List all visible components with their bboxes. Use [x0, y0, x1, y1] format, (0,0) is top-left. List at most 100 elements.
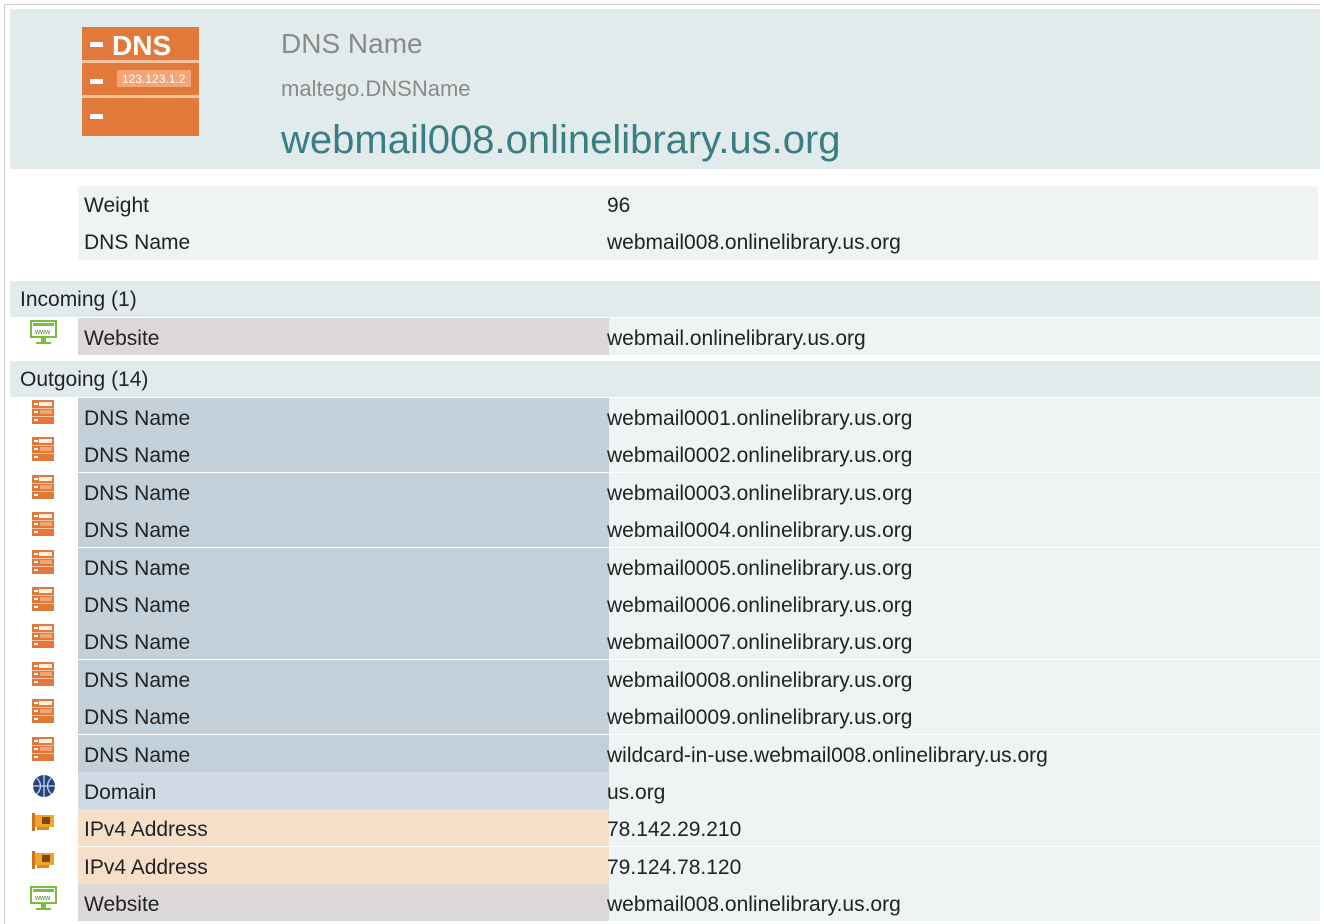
- link-value-cell: webmail0008.onlinelibrary.us.org: [607, 660, 1320, 697]
- properties-table: Weight 96 DNS Name webmail008.onlinelibr…: [78, 186, 1318, 260]
- svg-text:www: www: [34, 895, 51, 902]
- dns-icon: [29, 587, 59, 613]
- link-value: webmail0007.onlinelibrary.us.org: [607, 631, 913, 654]
- website-icon: www: [29, 320, 59, 346]
- outgoing-link-row[interactable]: IPv4 Address 78.142.29.210: [10, 809, 1320, 846]
- outgoing-link-row[interactable]: DNS Name webmail0007.onlinelibrary.us.org: [10, 622, 1320, 659]
- link-type-cell: IPv4 Address: [78, 809, 609, 846]
- incoming-link-row[interactable]: www Website webmail.onlinelibrary.us.org: [10, 318, 1320, 355]
- link-value-cell: webmail0007.onlinelibrary.us.org: [607, 622, 1320, 659]
- domain-globe-icon: [29, 774, 59, 800]
- link-type-cell: IPv4 Address: [78, 847, 609, 884]
- link-type: DNS Name: [84, 557, 191, 580]
- dns-icon: [29, 662, 59, 688]
- link-value-cell: webmail.onlinelibrary.us.org: [607, 318, 1320, 355]
- link-type-cell: Domain: [78, 772, 609, 809]
- link-type: Website: [84, 327, 160, 350]
- incoming-title: Incoming (1): [20, 288, 137, 311]
- outgoing-link-row[interactable]: DNS Name webmail0002.onlinelibrary.us.org: [10, 435, 1320, 472]
- property-value: 96: [607, 194, 631, 217]
- link-type-cell: DNS Name: [78, 660, 609, 697]
- property-value: webmail008.onlinelibrary.us.org: [607, 231, 901, 254]
- link-type: IPv4 Address: [84, 856, 208, 879]
- link-type-cell: Website: [78, 318, 609, 355]
- link-type: DNS Name: [84, 407, 191, 430]
- link-value: webmail0009.onlinelibrary.us.org: [607, 706, 913, 729]
- link-value: webmail0003.onlinelibrary.us.org: [607, 482, 913, 505]
- outgoing-link-row[interactable]: DNS Name wildcard-in-use.webmail008.onlin…: [10, 735, 1320, 772]
- outgoing-link-row[interactable]: DNS Name webmail0003.onlinelibrary.us.org: [10, 473, 1320, 510]
- link-type: DNS Name: [84, 444, 191, 467]
- link-value: 79.124.78.120: [607, 856, 742, 879]
- entity-value-title: webmail008.onlinelibrary.us.org: [281, 118, 841, 162]
- dns-icon: [29, 699, 59, 725]
- logo-dns-text: DNS: [112, 30, 171, 61]
- link-value-cell: webmail0004.onlinelibrary.us.org: [607, 510, 1320, 547]
- outgoing-link-row[interactable]: Domain us.org: [10, 772, 1320, 809]
- outgoing-link-row[interactable]: DNS Name webmail0004.onlinelibrary.us.org: [10, 510, 1320, 547]
- outgoing-section-header[interactable]: Outgoing (14): [10, 361, 1320, 397]
- property-key: DNS Name: [84, 231, 191, 254]
- link-type-cell: DNS Name: [78, 398, 609, 435]
- link-value-cell: us.org: [607, 772, 1320, 809]
- outgoing-link-row[interactable]: DNS Name webmail0009.onlinelibrary.us.org: [10, 697, 1320, 734]
- link-type: Website: [84, 893, 160, 916]
- link-value-cell: 79.124.78.120: [607, 847, 1320, 884]
- dns-icon: [29, 512, 59, 538]
- dns-icon: [29, 737, 59, 763]
- website-icon: www: [29, 886, 59, 912]
- link-value: webmail.onlinelibrary.us.org: [607, 327, 866, 350]
- entity-type-id: maltego.DNSName: [281, 76, 471, 101]
- link-type-cell: Website: [78, 884, 609, 921]
- dns-server-icon: DNS 123.123.1.2: [82, 27, 202, 142]
- dns-icon: [29, 475, 59, 501]
- dns-icon: [29, 437, 59, 463]
- link-type: DNS Name: [84, 631, 191, 654]
- outgoing-link-row[interactable]: IPv4 Address 79.124.78.120: [10, 847, 1320, 884]
- link-value: 78.142.29.210: [607, 818, 742, 841]
- outgoing-link-row[interactable]: www Website webmail008.onlinelibrary.us.or…: [10, 884, 1320, 921]
- svg-text:www: www: [34, 329, 51, 336]
- link-type: DNS Name: [84, 669, 191, 692]
- logo-ip-text: 123.123.1.2: [122, 72, 186, 86]
- dns-icon: [29, 550, 59, 576]
- link-type-cell: DNS Name: [78, 697, 609, 734]
- link-value: webmail0006.onlinelibrary.us.org: [607, 594, 913, 617]
- link-value-cell: wildcard-in-use.webmail008.onlinelibrary…: [607, 735, 1320, 772]
- link-type-cell: DNS Name: [78, 473, 609, 510]
- dns-icon: [29, 400, 59, 426]
- link-value: us.org: [607, 781, 666, 804]
- link-value-cell: webmail0009.onlinelibrary.us.org: [607, 697, 1320, 734]
- link-type-cell: DNS Name: [78, 622, 609, 659]
- property-key: Weight: [84, 194, 149, 217]
- outgoing-link-row[interactable]: DNS Name webmail0001.onlinelibrary.us.org: [10, 398, 1320, 435]
- link-type: DNS Name: [84, 519, 191, 542]
- property-row: DNS Name webmail008.onlinelibrary.us.org: [78, 223, 1318, 259]
- outgoing-link-row[interactable]: DNS Name webmail0005.onlinelibrary.us.org: [10, 548, 1320, 585]
- link-value: webmail0001.onlinelibrary.us.org: [607, 407, 913, 430]
- link-value-cell: webmail0002.onlinelibrary.us.org: [607, 435, 1320, 472]
- link-value: webmail0008.onlinelibrary.us.org: [607, 669, 913, 692]
- link-value: wildcard-in-use.webmail008.onlinelibrary…: [607, 744, 1048, 767]
- link-value-cell: webmail0003.onlinelibrary.us.org: [607, 473, 1320, 510]
- ipv4-network-card-icon: [29, 849, 59, 875]
- dns-icon: [29, 624, 59, 650]
- outgoing-link-row[interactable]: DNS Name webmail0006.onlinelibrary.us.org: [10, 585, 1320, 622]
- link-type: DNS Name: [84, 594, 191, 617]
- ipv4-network-card-icon: [29, 811, 59, 837]
- link-type-cell: DNS Name: [78, 510, 609, 547]
- link-value-cell: webmail008.onlinelibrary.us.org: [607, 884, 1320, 921]
- link-type-cell: DNS Name: [78, 435, 609, 472]
- incoming-section-header[interactable]: Incoming (1): [10, 281, 1320, 317]
- entity-type-label: DNS Name: [281, 28, 423, 59]
- link-type: DNS Name: [84, 706, 191, 729]
- link-type: IPv4 Address: [84, 818, 208, 841]
- outgoing-link-row[interactable]: DNS Name webmail0008.onlinelibrary.us.org: [10, 660, 1320, 697]
- link-value: webmail0005.onlinelibrary.us.org: [607, 557, 913, 580]
- link-type: Domain: [84, 781, 157, 804]
- link-type-cell: DNS Name: [78, 548, 609, 585]
- property-row: Weight 96: [78, 186, 1318, 222]
- link-type: DNS Name: [84, 744, 191, 767]
- outgoing-title: Outgoing (14): [20, 368, 149, 391]
- link-type-cell: DNS Name: [78, 735, 609, 772]
